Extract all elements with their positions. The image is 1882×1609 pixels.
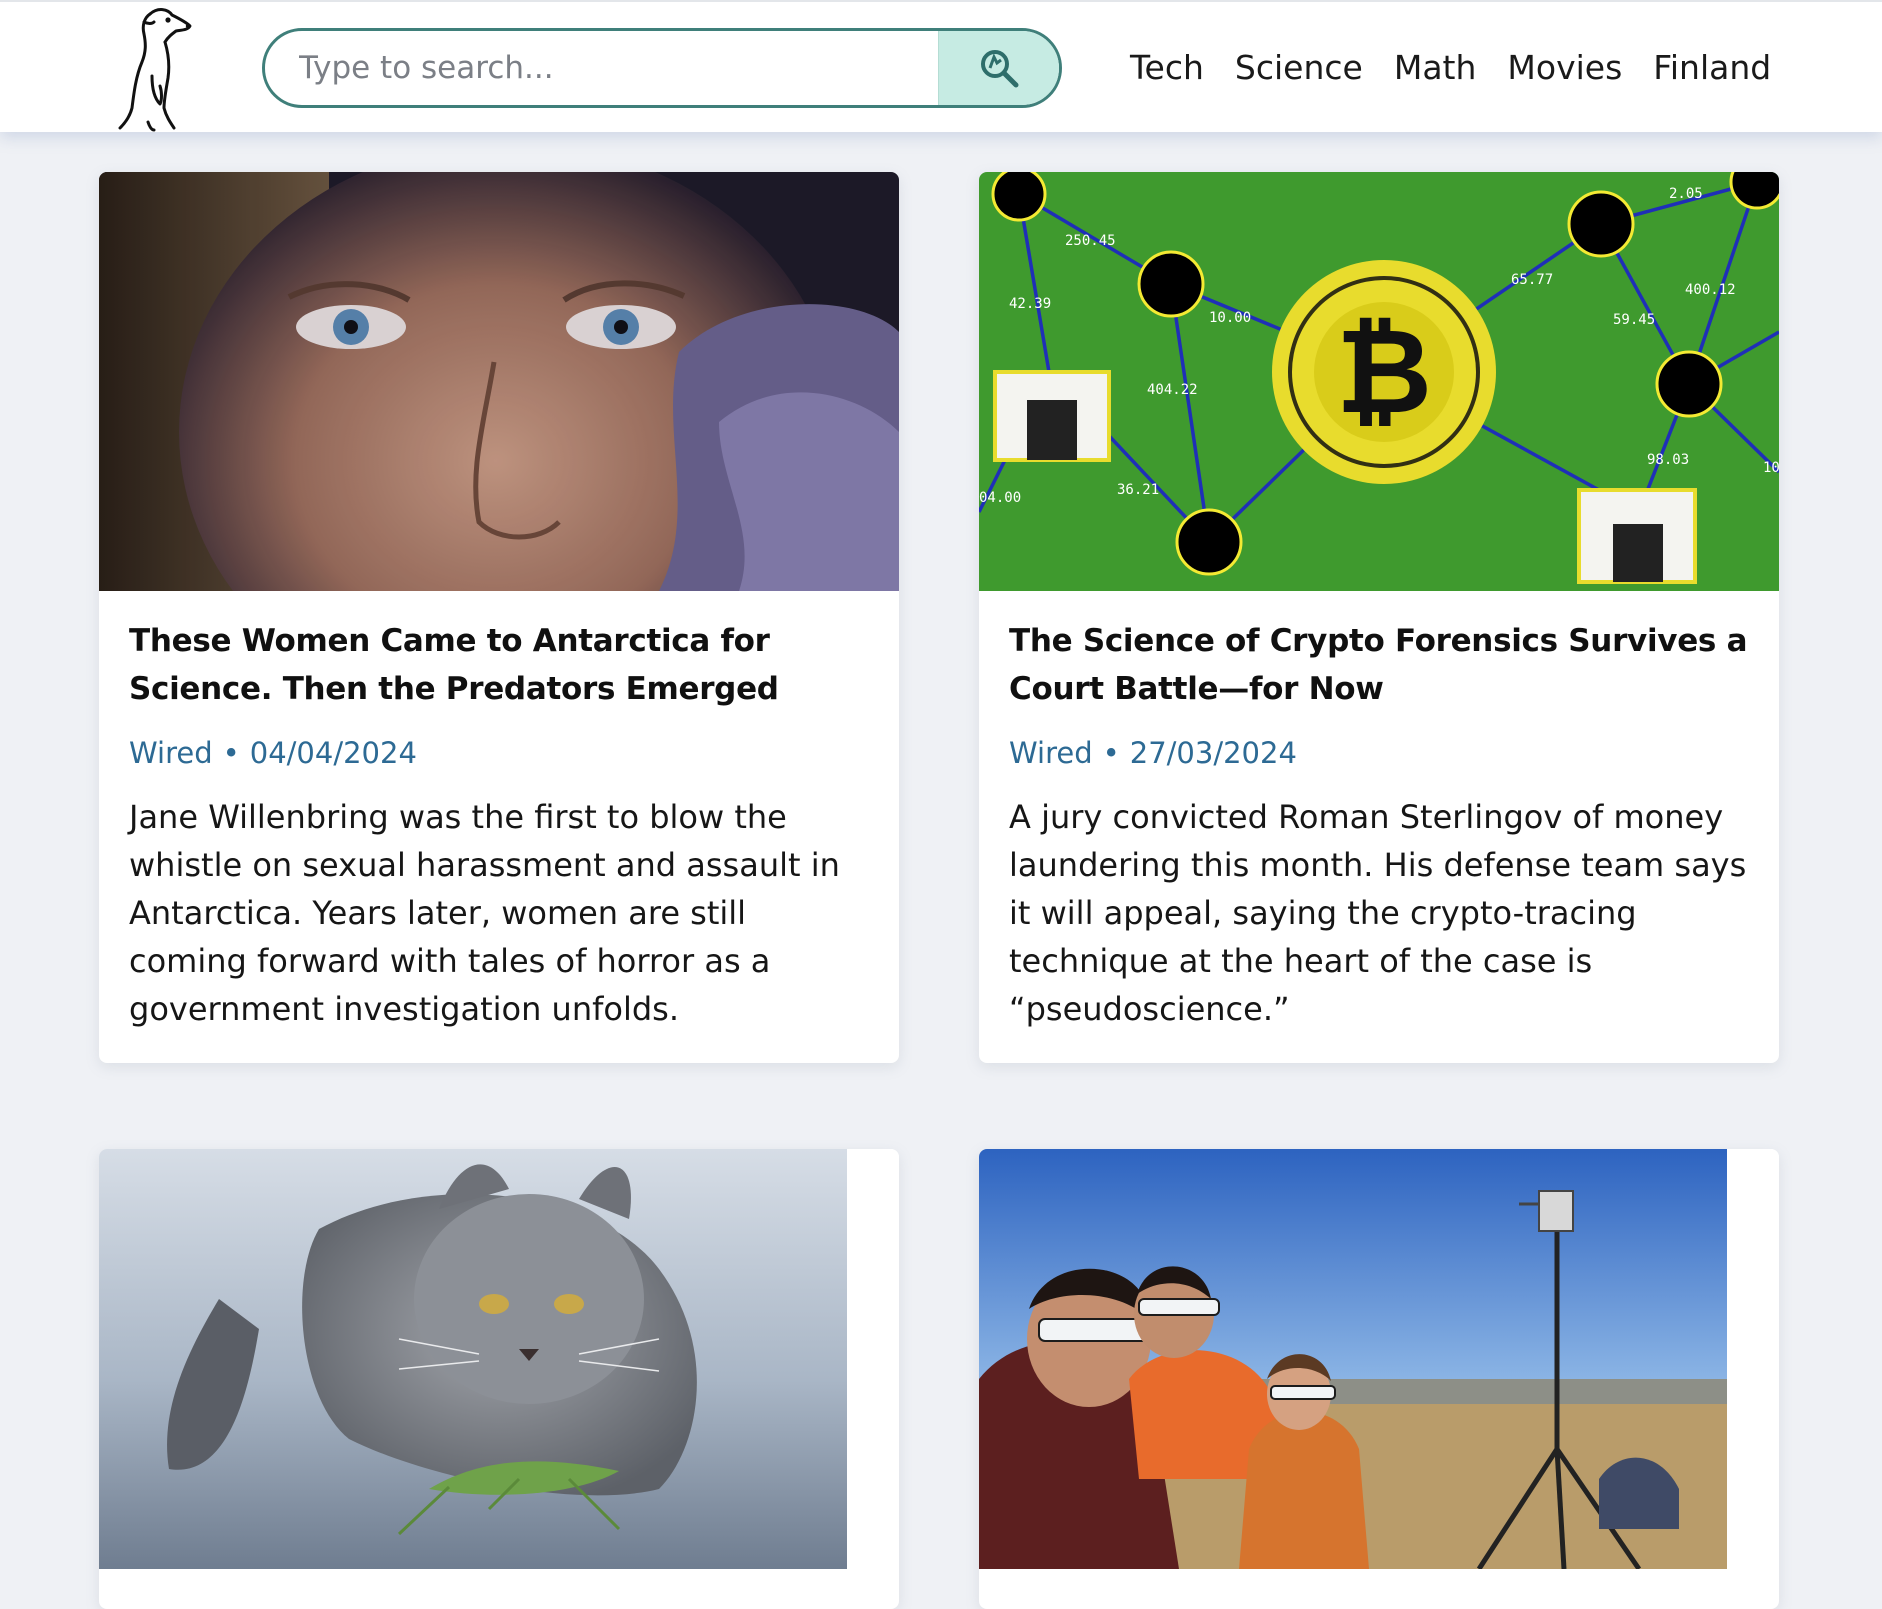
graph-label: 42.39 bbox=[1009, 296, 1051, 312]
graph-label: 98.03 bbox=[1647, 452, 1689, 468]
graph-label: 250.45 bbox=[1065, 233, 1116, 249]
article-source: Wired bbox=[129, 736, 213, 770]
nav-movies[interactable]: Movies bbox=[1507, 46, 1622, 90]
article-image-antarctica[interactable] bbox=[99, 172, 899, 591]
article-card[interactable] bbox=[979, 1149, 1779, 1609]
graph-label: 65.77 bbox=[1511, 272, 1553, 288]
graph-label: 10.00 bbox=[1209, 310, 1251, 326]
search-input[interactable] bbox=[265, 31, 938, 105]
article-meta: Wired • 27/03/2024 bbox=[1009, 733, 1749, 773]
meerkat-logo[interactable] bbox=[108, 4, 198, 132]
search-bar bbox=[262, 28, 1062, 108]
search-icon bbox=[981, 50, 1019, 88]
article-description: A jury convicted Roman Sterlingov of mon… bbox=[1009, 798, 1747, 1028]
search-button[interactable] bbox=[938, 31, 1059, 105]
graph-label: 59.45 bbox=[1613, 312, 1655, 328]
article-card[interactable] bbox=[99, 1149, 899, 1609]
main-nav: Tech Science Math Movies Finland bbox=[1130, 46, 1771, 90]
graph-label: 400.12 bbox=[1685, 282, 1736, 298]
meta-separator: • bbox=[222, 736, 240, 770]
article-date: 27/03/2024 bbox=[1129, 736, 1297, 770]
article-image-eclipse[interactable] bbox=[979, 1149, 1779, 1569]
graph-label: 2.05 bbox=[1669, 186, 1703, 202]
article-card[interactable]: These Women Came to Antarctica for Scien… bbox=[99, 172, 899, 1063]
graph-label: 04.00 bbox=[979, 490, 1021, 506]
graph-label: 404.22 bbox=[1147, 382, 1198, 398]
svg-text:₿: ₿ bbox=[1336, 302, 1432, 440]
article-title[interactable]: These Women Came to Antarctica for Scien… bbox=[129, 617, 869, 713]
site-header: Tech Science Math Movies Finland bbox=[0, 0, 1882, 132]
graph-label: 10 bbox=[1763, 460, 1779, 476]
nav-science[interactable]: Science bbox=[1235, 46, 1363, 90]
article-card[interactable]: ₿ 250.45 42.39 10.00 404.22 36.21 04.00 … bbox=[979, 172, 1779, 1063]
article-date: 04/04/2024 bbox=[249, 736, 417, 770]
article-source: Wired bbox=[1009, 736, 1093, 770]
nav-math[interactable]: Math bbox=[1394, 46, 1477, 90]
article-image-crypto[interactable]: ₿ 250.45 42.39 10.00 404.22 36.21 04.00 … bbox=[979, 172, 1779, 591]
article-meta: Wired • 04/04/2024 bbox=[129, 733, 869, 773]
article-image-cat[interactable] bbox=[99, 1149, 899, 1569]
nav-finland[interactable]: Finland bbox=[1653, 46, 1771, 90]
nav-tech[interactable]: Tech bbox=[1130, 46, 1204, 90]
article-description: Jane Willenbring was the first to blow t… bbox=[129, 798, 840, 1028]
graph-label: 36.21 bbox=[1117, 482, 1159, 498]
meta-separator: • bbox=[1102, 736, 1120, 770]
article-title[interactable]: The Science of Crypto Forensics Survives… bbox=[1009, 617, 1749, 713]
